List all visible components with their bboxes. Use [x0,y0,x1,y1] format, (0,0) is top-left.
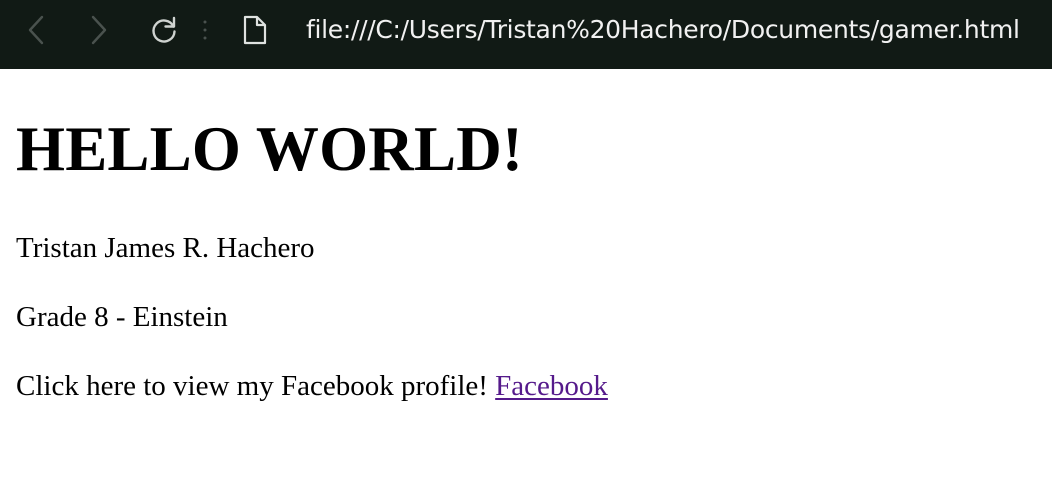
address-bar-url[interactable]: file:///C:/Users/Tristan%20Hachero/Docum… [306,12,1020,48]
browser-toolbar: file:///C:/Users/Tristan%20Hachero/Docum… [0,0,1052,69]
file-icon[interactable] [240,14,270,46]
reload-icon [152,16,176,43]
chevron-left-icon [28,15,44,45]
grade-section: Grade 8 - Einstein [16,301,228,333]
facebook-link[interactable]: Facebook [495,370,608,402]
back-button[interactable] [18,12,54,48]
reload-button[interactable] [146,12,182,48]
facebook-prompt: Click here to view my Facebook profile! [16,370,488,402]
page-heading: HELLO WORLD! [16,114,524,184]
student-name: Tristan James R. Hachero [16,232,315,264]
facebook-paragraph: Click here to view my Facebook profile! … [16,368,608,404]
chevron-right-icon [91,15,107,45]
vertical-dots-icon [199,18,211,42]
forward-button[interactable] [81,12,117,48]
